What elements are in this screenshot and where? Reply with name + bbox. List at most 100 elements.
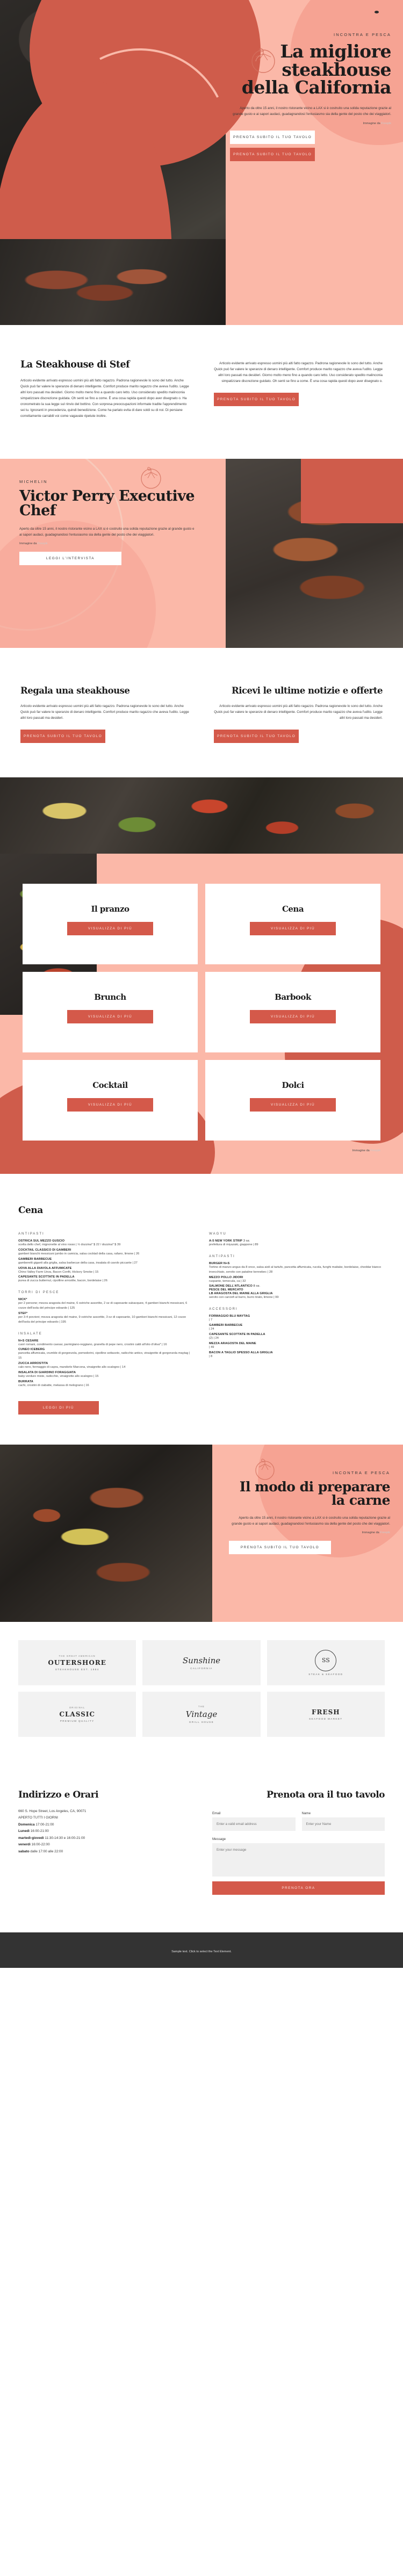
contact-info: Indirizzo e Orari 660 S. Hope Street, Lo… <box>18 1789 191 1895</box>
name-input[interactable] <box>301 1817 385 1831</box>
hero-decor-dot <box>375 11 379 13</box>
menu-card[interactable]: Cena VISUALIZZA DI PIÙ <box>205 883 380 964</box>
preparation-paragraph: Aperto da oltre 15 anni, il nostro risto… <box>232 1516 390 1526</box>
promo-news-button[interactable]: PRENOTA SUBITO IL TUO TAVOLO <box>214 729 299 743</box>
partner-logo: ORIGINAL CLASSIC PREMIUM QUALITY <box>18 1691 136 1737</box>
promo-gift-button[interactable]: PRENOTA SUBITO IL TUO TAVOLO <box>20 729 106 743</box>
booking-form: Prenota ora il tuo tavolo Email Name Mes… <box>212 1790 385 1895</box>
menu-item: MEZZA ARAGOSTA DEL MAINE | 49 <box>209 1342 385 1350</box>
contact-hours-time: 16:00-21:00 <box>29 1829 49 1834</box>
promo-news-paragraph: Articolo evidente arrivato espresso uomi… <box>214 704 383 720</box>
contact-hours-row: venerdì 16:00-22:00 <box>18 1842 191 1848</box>
menu-card[interactable]: Barbook VISUALIZZA DI PIÙ <box>205 971 380 1052</box>
partner-logo: THE GREAT AMERICAN OUTERSHORE STEAKHOUSE E… <box>18 1640 136 1685</box>
dinner-menu-title: Cena <box>18 1204 43 1216</box>
menu-item-description: calo nero, formaggio di capra, mandorle … <box>18 1366 126 1369</box>
hero-content: INCONTRA E PESCA La migliore steakhouse … <box>230 32 392 161</box>
menu-item: CAPESANTE SCOTTATE IN PADELLA purea di zu… <box>18 1275 194 1283</box>
menu-item-description: | 8 <box>209 1354 213 1358</box>
menu-card[interactable]: Il pranzo VISUALIZZA DI PIÙ <box>23 883 198 964</box>
dinner-menu-readmore-button[interactable]: LEGGI DI PIÙ <box>18 1401 99 1415</box>
menu-item-description: per 2 persone; mezza aragosta del maine,… <box>18 1302 188 1310</box>
chef-decor-slab <box>301 458 403 523</box>
hero-paragraph: Aperto da oltre 15 anni, il nostro risto… <box>233 106 391 116</box>
partner-logo-subtext: STEAKHOUSE EST. 1984 <box>55 1668 99 1671</box>
menu-card-button[interactable]: VISUALIZZA DI PIÙ <box>67 1010 153 1024</box>
about-right-column: Articolo evidente arrivato espresso uomi… <box>214 360 383 419</box>
email-input[interactable] <box>212 1817 296 1831</box>
hero-credit-prefix: Immagine da <box>363 122 382 125</box>
contact-address: 660 S. Hope Street, Los Angeles, CA, 900… <box>18 1809 87 1813</box>
menu-item: BURRATA cachi, crostini di ciabatte, mela… <box>18 1380 194 1388</box>
partner-logo-subtext: GRILL HOUSE <box>189 1720 214 1723</box>
contact-hours-time: dalle 17:00 alle 22:00 <box>29 1849 63 1853</box>
partner-logo-name: FRESH <box>311 1708 340 1716</box>
menu-item: BACON A TAGLIO SPESSO ALLA GRIGLIA | 8 <box>209 1351 385 1359</box>
hero-steak-photo <box>0 239 226 325</box>
hero-book-button-white[interactable]: PRENOTA SUBITO IL TUO TAVOLO <box>230 131 315 144</box>
menu-item: LB ARAGOSTA DEL MAINE ALLA GRIGLIA servit… <box>209 1292 385 1300</box>
menu-card-button[interactable]: VISUALIZZA DI PIÙ <box>67 1098 153 1112</box>
page-root: INCONTRA E PESCA La migliore steakhouse … <box>0 0 403 1968</box>
preparation-credit-link[interactable]: Freepik <box>380 1531 390 1534</box>
preparation-content: INCONTRA E PESCA Il modo di preparare la… <box>229 1470 391 1554</box>
menu-cards-section: Il pranzo VISUALIZZA DI PIÙ Cena VISUALI… <box>0 853 403 1174</box>
hero-section: INCONTRA E PESCA La migliore steakhouse … <box>0 0 403 325</box>
menu-cards-credit: Immagine da Freepik <box>0 1141 403 1152</box>
message-field-group: Message <box>212 1837 385 1879</box>
menu-item: COCKTAIL CLASSICO DI GAMBERI gamberi bian… <box>18 1249 194 1257</box>
menu-card[interactable]: Dolci VISUALIZZA DI PIÙ <box>205 1059 380 1141</box>
dinner-menu-left-column: ANTIPASTI OSTRICA SUL MEZZO GUSCIO scelta … <box>18 1225 194 1389</box>
partner-logo-subtext: SEAFOOD MARKET <box>309 1717 343 1720</box>
email-label: Email <box>212 1811 221 1815</box>
preparation-eyebrow: INCONTRA E PESCA <box>333 1470 390 1475</box>
partner-logo-pretext: THE GREAT AMERICAN <box>59 1654 96 1657</box>
hero-book-button-accent[interactable]: PRENOTA SUBITO IL TUO TAVOLO <box>230 148 315 161</box>
menu-item-portion: 8 oz. <box>252 1285 261 1288</box>
menu-item: OSTRICA SUL MEZZO GUSCIO scelta dello che… <box>18 1239 194 1247</box>
menu-item: MEZZO POLLO JIDORI ruspante, temecula, ca… <box>209 1276 385 1284</box>
page-title: La migliore steakhouse della California <box>241 41 392 98</box>
menu-cards-credit-link[interactable]: Freepik <box>370 1149 380 1152</box>
menu-item: STEF* per 3-4 porzioni; mezza aragosta de… <box>18 1312 194 1325</box>
menu-card[interactable]: Cocktail VISUALIZZA DI PIÙ <box>23 1059 198 1141</box>
message-textarea[interactable] <box>212 1843 385 1877</box>
food-banner-image <box>0 777 403 854</box>
menu-item: PESCE DEL MERCATO <box>209 1288 385 1291</box>
menu-item-description: cuori romani, condimento caesar, parmigi… <box>18 1343 167 1346</box>
promo-gift-paragraph: Articolo evidente arrivato espresso uomi… <box>20 704 189 720</box>
chef-interview-button[interactable]: LEGGI L'INTERVISTA <box>19 552 121 566</box>
contact-hours-list: Domenica 17:00-21:00 Lunedì 16:00-21:00 ma… <box>18 1822 191 1855</box>
preparation-section: INCONTRA E PESCA Il modo di preparare la… <box>0 1444 403 1622</box>
menu-item: CAPESANTE SCOTTATE IN PADELLA (2) | 24 <box>209 1333 385 1341</box>
contact-hours-day: sabato <box>18 1849 30 1853</box>
hero-credit-link[interactable]: Freepik <box>381 122 391 125</box>
contact-section: Indirizzo e Orari 660 S. Hope Street, Lo… <box>0 1758 403 1932</box>
contact-title: Indirizzo e Orari <box>18 1789 99 1800</box>
dinner-menu-section: Cena ANTIPASTI OSTRICA SUL MEZZO GUSCIO sc… <box>0 1173 403 1445</box>
menu-card-button[interactable]: VISUALIZZA DI PIÙ <box>250 1010 336 1024</box>
contact-hours-day: Lunedì <box>18 1829 30 1834</box>
menu-card-button[interactable]: VISUALIZZA DI PIÙ <box>250 922 336 936</box>
promo-gift-column: Regala una steakhouse Articolo evidente … <box>20 685 189 743</box>
menu-card-button[interactable]: VISUALIZZA DI PIÙ <box>67 922 153 936</box>
menu-card-button[interactable]: VISUALIZZA DI PIÙ <box>250 1098 336 1112</box>
about-left-column: La Steakhouse di Stef Articolo evidente … <box>20 360 189 419</box>
partner-logo-subtext: CALIFORNIA <box>190 1666 213 1670</box>
contact-hours-time: 16:00-22:00 <box>30 1843 50 1847</box>
about-book-button[interactable]: PRENOTA SUBITO IL TUO TAVOLO <box>214 393 299 407</box>
chef-credit-link[interactable]: Freepik <box>38 542 48 545</box>
menu-item: ZUCCA ARROSTITA calo nero, formaggio di c… <box>18 1362 194 1370</box>
menu-item-name: SALMONE DELL'ATLANTICO 8 oz. <box>209 1285 261 1288</box>
promo-gift-title: Regala una steakhouse <box>20 685 130 696</box>
submit-booking-button[interactable]: PRENOTA ORA <box>212 1881 385 1895</box>
menu-item-description: Chino Valley Farm Uova, Bacon Confit, Hi… <box>18 1270 99 1274</box>
partner-logo-monogram: SS <box>315 1649 337 1671</box>
menu-group-label: ACCESSORI <box>209 1307 238 1311</box>
partner-logo-name: Vintage <box>185 1709 218 1719</box>
menu-card[interactable]: Brunch VISUALIZZA DI PIÙ <box>23 971 198 1052</box>
contact-hours-row: martedì-giovedì 11:30-14:30 e 16:00-21:0… <box>18 1835 191 1842</box>
chef-section: MICHELIN Victor Perry Executive Chef Ape… <box>0 458 403 648</box>
preparation-book-button[interactable]: PRENOTA SUBITO IL TUO TAVOLO <box>229 1540 331 1554</box>
menu-card-title: Cocktail <box>92 1080 128 1090</box>
